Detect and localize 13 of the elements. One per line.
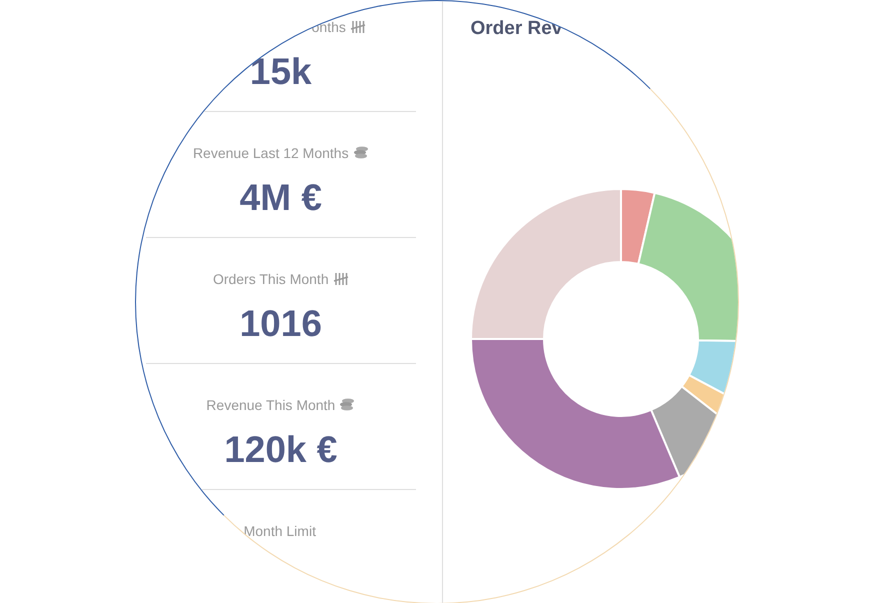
stat-label: Revenue This Month [206,396,336,414]
stat-label: Revenue Last 12 Months [192,144,349,162]
stat-label: Month Limit [244,522,316,540]
tally-icon [332,272,349,286]
stat-value: 120k € [224,431,338,468]
stat-value: 4M € [240,179,322,216]
stat-label: Orders This Month [212,270,329,288]
tally-icon [350,20,366,34]
stat-value: 15k [250,53,312,90]
coins-icon [352,146,369,160]
coins-icon [339,398,356,412]
panel-title: Order Rev [470,17,562,41]
stat-value: 1016 [240,305,322,342]
